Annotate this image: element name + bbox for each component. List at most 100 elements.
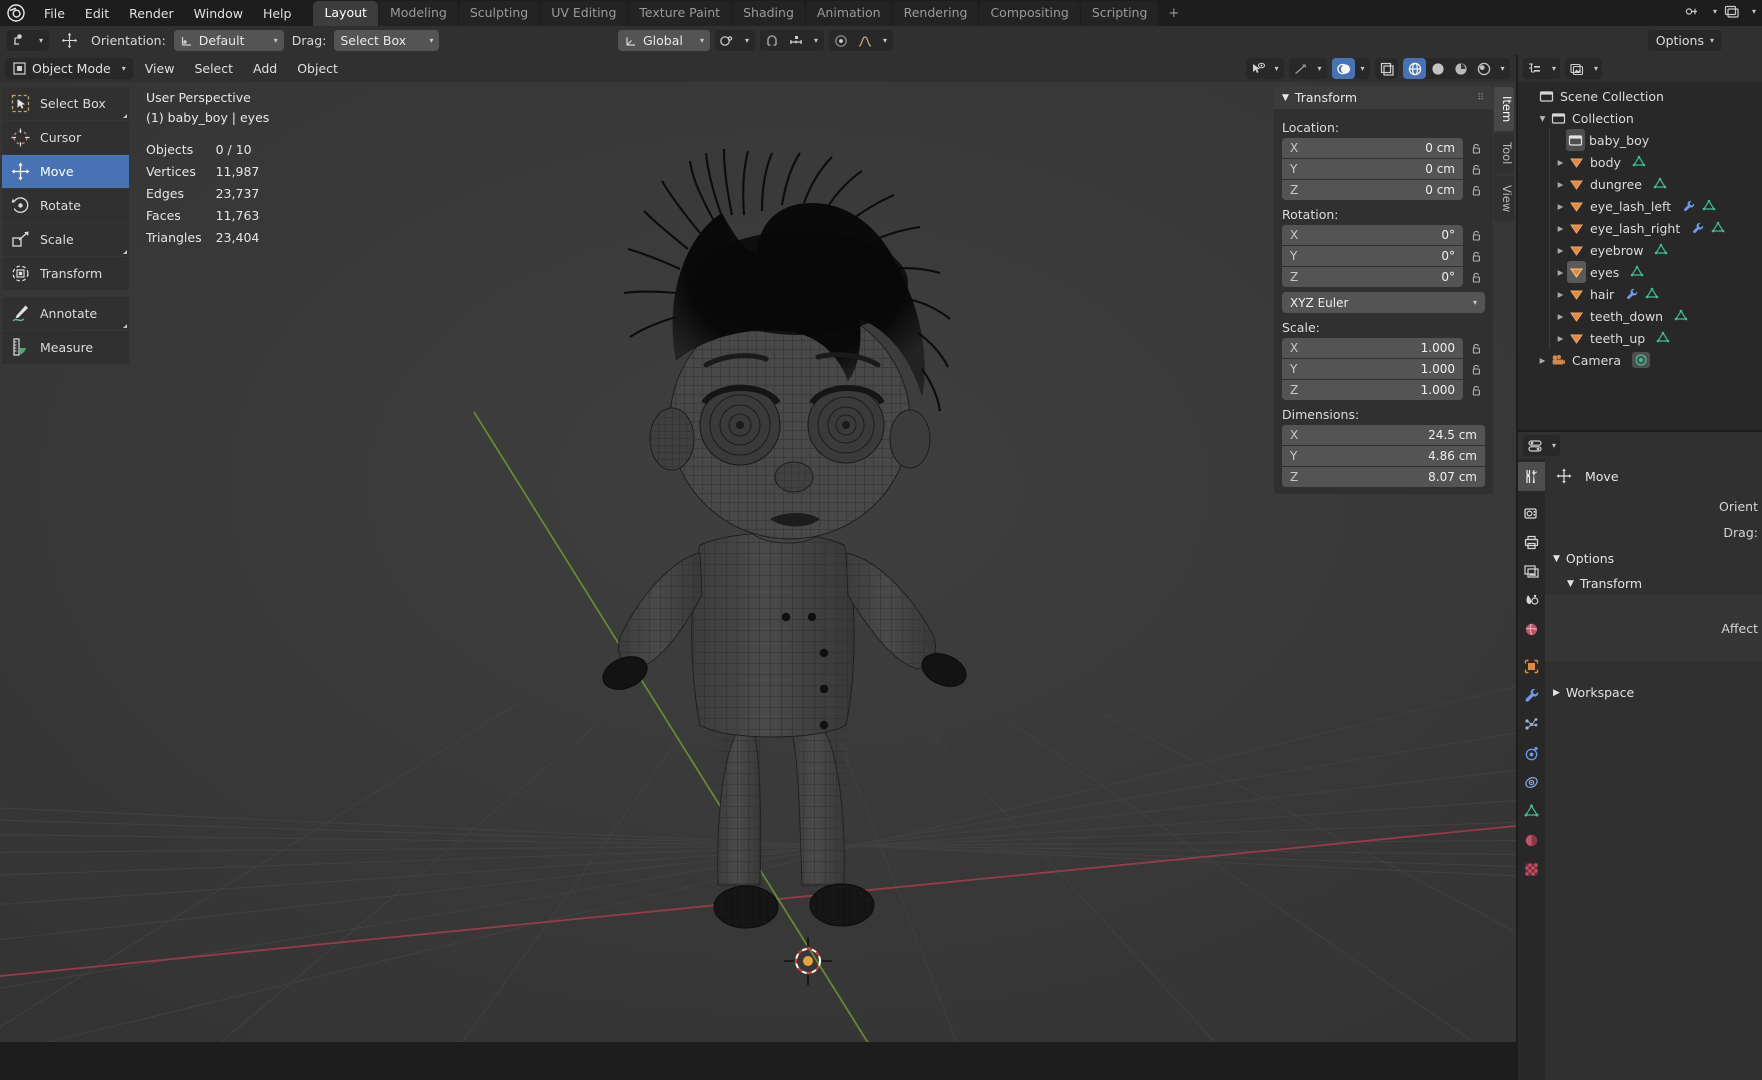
falloff-curve-icon[interactable]: [853, 30, 877, 51]
mesh-data-icon[interactable]: [1674, 309, 1688, 323]
xray-icon[interactable]: [1375, 58, 1398, 79]
disclosure-closed-icon[interactable]: ▶: [1554, 217, 1567, 239]
tool-cursor[interactable]: Cursor: [2, 121, 129, 154]
menu-help[interactable]: Help: [253, 3, 302, 24]
disclosure-closed-icon[interactable]: ▶: [1554, 283, 1567, 305]
rotation-y-field[interactable]: Y 0°: [1282, 246, 1463, 266]
shading-rendered-icon[interactable]: [1472, 58, 1495, 79]
blender-logo-icon[interactable]: [6, 3, 26, 23]
tool-transform[interactable]: Transform: [2, 257, 129, 290]
outliner-row-teeth-down[interactable]: ▶ teeth_down: [1518, 305, 1762, 327]
snapping-group[interactable]: ▾: [760, 30, 824, 51]
tab-texture[interactable]: [1518, 855, 1545, 884]
workspace-tab-rendering[interactable]: Rendering: [892, 1, 979, 26]
lock-rotation-y-icon[interactable]: [1468, 246, 1485, 266]
snap-to-icon[interactable]: [784, 30, 808, 51]
tool-annotate[interactable]: Annotate: [2, 297, 129, 330]
outliner-row-collection[interactable]: ▼ Collection: [1518, 107, 1762, 129]
outliner-row-eyebrow[interactable]: ▶ eyebrow: [1518, 239, 1762, 261]
outliner-row-eye-lash-left[interactable]: ▶ eye_lash_left: [1518, 195, 1762, 217]
tab-output[interactable]: [1518, 528, 1545, 557]
workspace-tab-scripting[interactable]: Scripting: [1080, 1, 1159, 26]
outliner-row-eye-lash-right[interactable]: ▶ eye_lash_right: [1518, 217, 1762, 239]
gizmo-chevron-icon[interactable]: ▾: [1312, 58, 1327, 79]
scale-x-field[interactable]: X 1.000: [1282, 338, 1463, 358]
tool-measure[interactable]: Measure: [2, 331, 129, 364]
workspace-tab-modeling[interactable]: Modeling: [378, 1, 458, 26]
overlays-chevron-icon[interactable]: ▾: [1355, 58, 1370, 79]
add-workspace-button[interactable]: +: [1159, 1, 1188, 26]
scale-z-field[interactable]: Z 1.000: [1282, 380, 1463, 400]
overlays-icon[interactable]: [1332, 58, 1355, 79]
tab-constraints[interactable]: [1518, 768, 1545, 797]
menu-window[interactable]: Window: [184, 3, 253, 24]
tool-move[interactable]: Move: [2, 155, 129, 188]
rotation-z-field[interactable]: Z 0°: [1282, 267, 1463, 287]
dimensions-y-field[interactable]: Y 4.86 cm: [1282, 446, 1485, 466]
options-panel-header[interactable]: ▼ Options: [1545, 545, 1762, 570]
outliner-row-scene-collection[interactable]: Scene Collection: [1518, 85, 1762, 107]
location-x-field[interactable]: X 0 cm: [1282, 138, 1463, 158]
disclosure-closed-icon[interactable]: ▶: [1554, 151, 1567, 173]
tab-tool[interactable]: [1518, 462, 1545, 491]
viewport-menu-add[interactable]: Add: [245, 58, 285, 79]
viewport-options-button[interactable]: Options ▾: [1647, 30, 1722, 51]
tool-expand-corner[interactable]: [123, 114, 127, 118]
menu-render[interactable]: Render: [119, 3, 184, 24]
mesh-data-icon[interactable]: [1653, 177, 1667, 191]
tab-modifiers[interactable]: [1518, 681, 1545, 710]
outliner-row-eyes[interactable]: ▶ eyes: [1518, 261, 1762, 283]
tab-particles[interactable]: [1518, 710, 1545, 739]
menu-file[interactable]: File: [34, 3, 75, 24]
tool-expand-corner[interactable]: [123, 250, 127, 254]
outliner-row-dungree[interactable]: ▶ dungree: [1518, 173, 1762, 195]
disclosure-closed-icon[interactable]: ▶: [1554, 327, 1567, 349]
modifier-icon[interactable]: [1691, 221, 1705, 235]
lock-scale-z-icon[interactable]: [1468, 380, 1485, 400]
tab-view-layer[interactable]: [1518, 557, 1545, 586]
tool-scale[interactable]: Scale: [2, 223, 129, 256]
rotation-x-field[interactable]: X 0°: [1282, 225, 1463, 245]
lock-rotation-z-icon[interactable]: [1468, 267, 1485, 287]
tool-rotate[interactable]: Rotate: [2, 189, 129, 222]
magnet-icon[interactable]: [760, 30, 784, 51]
outliner-row-body[interactable]: ▶ body: [1518, 151, 1762, 173]
scene-chevron-icon[interactable]: ▾: [1713, 7, 1717, 16]
shading-chevron-icon[interactable]: ▾: [1495, 58, 1510, 79]
scale-y-field[interactable]: Y 1.000: [1282, 359, 1463, 379]
mesh-data-icon[interactable]: [1656, 331, 1670, 345]
disclosure-closed-icon[interactable]: ▶: [1536, 349, 1549, 371]
rotation-mode-dropdown[interactable]: XYZ Euler ▾: [1282, 292, 1485, 313]
dimensions-x-field[interactable]: X 24.5 cm: [1282, 425, 1485, 445]
dimensions-z-field[interactable]: Z 8.07 cm: [1282, 467, 1485, 487]
disclosure-closed-icon[interactable]: ▶: [1554, 261, 1567, 283]
tab-scene[interactable]: [1518, 586, 1545, 615]
lock-rotation-x-icon[interactable]: [1468, 225, 1485, 245]
falloff-chevron-icon[interactable]: ▾: [877, 30, 893, 51]
mesh-data-icon[interactable]: [1654, 243, 1668, 257]
pivot-point-group[interactable]: ▾: [715, 30, 755, 51]
active-tool-selector[interactable]: ▾: [6, 30, 50, 51]
lock-location-x-icon[interactable]: [1468, 138, 1485, 158]
workspace-tab-layout[interactable]: Layout: [313, 1, 378, 26]
viewport-menu-view[interactable]: View: [137, 58, 183, 79]
gizmo-icon[interactable]: [1289, 58, 1312, 79]
workspace-tab-uv-editing[interactable]: UV Editing: [540, 1, 628, 26]
orientation-dropdown[interactable]: Default ▾: [173, 30, 284, 51]
workspace-tab-texture-paint[interactable]: Texture Paint: [628, 1, 732, 26]
overlays-group[interactable]: ▾: [1332, 58, 1370, 79]
tab-object[interactable]: [1518, 652, 1545, 681]
mesh-data-icon[interactable]: [1711, 221, 1725, 235]
location-z-field[interactable]: Z 0 cm: [1282, 180, 1463, 200]
workspace-tab-compositing[interactable]: Compositing: [979, 1, 1080, 26]
transform-subpanel-header[interactable]: ▼ Transform: [1545, 570, 1762, 595]
transform-panel-header[interactable]: ▼ Transform ⠿: [1274, 86, 1493, 109]
visibility-icon[interactable]: [1246, 58, 1269, 79]
proportional-edit-icon[interactable]: [829, 30, 853, 51]
camera-data-icon[interactable]: [1632, 352, 1651, 368]
visibility-chevron-icon[interactable]: ▾: [1269, 58, 1284, 79]
tab-world[interactable]: [1518, 615, 1545, 644]
outliner-row-hair[interactable]: ▶ hair: [1518, 283, 1762, 305]
drag-dropdown[interactable]: Select Box ▾: [334, 30, 440, 51]
proportional-edit-group[interactable]: ▾: [829, 30, 893, 51]
